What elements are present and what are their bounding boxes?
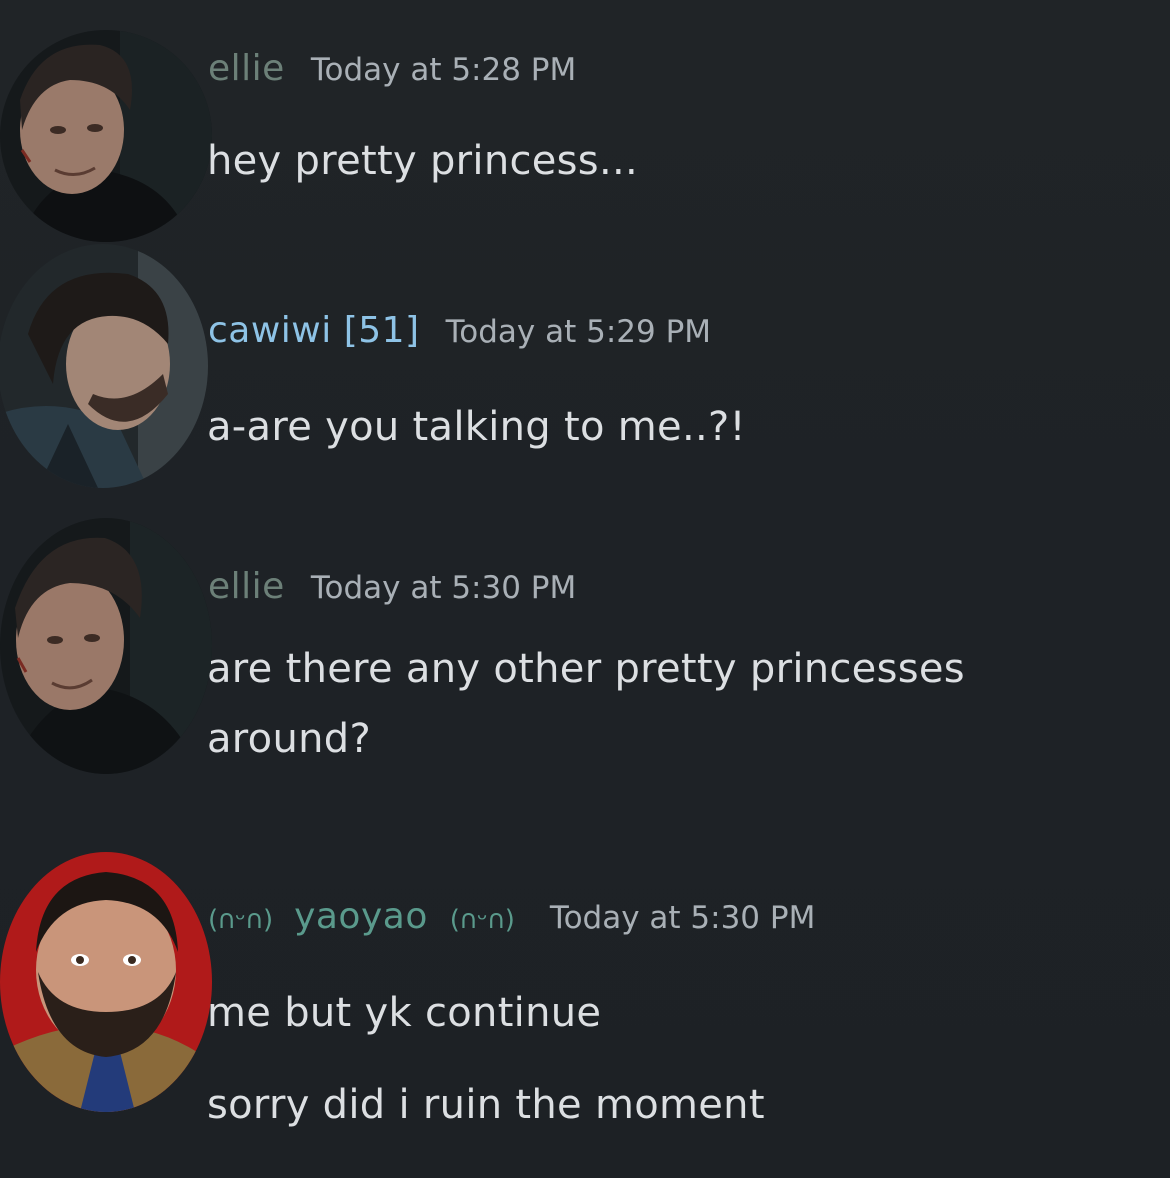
man-portrait-avatar[interactable]	[0, 518, 212, 774]
message-text: me but yk continue	[207, 990, 602, 1036]
timestamp: Today at 5:30 PM	[310, 570, 577, 606]
timestamp: Today at 5:29 PM	[445, 314, 712, 350]
username[interactable]: (∩ᵕ∩) yaoyao (∩ᵕ∩)	[208, 896, 524, 937]
username-text: yaoyao	[294, 896, 428, 937]
man-profile-avatar[interactable]	[0, 244, 208, 488]
username[interactable]: ellie	[208, 48, 285, 89]
man-portrait-avatar[interactable]	[0, 30, 212, 242]
timestamp: Today at 5:28 PM	[310, 52, 577, 88]
message-text: a-are you talking to me..?!	[207, 404, 746, 450]
username-text: ellie	[208, 566, 285, 607]
bearded-man-avatar[interactable]	[0, 852, 212, 1112]
timestamp: Today at 5:30 PM	[549, 900, 816, 936]
message-text: are there any other pretty princesses	[207, 646, 965, 692]
username-suffix: (∩ᵕ∩)	[449, 905, 515, 935]
username[interactable]: ellie	[208, 566, 285, 607]
message-text: around?	[207, 716, 371, 762]
username-text: ellie	[208, 48, 285, 89]
username-text: cawiwi [51]	[208, 310, 420, 351]
username[interactable]: cawiwi [51]	[208, 310, 420, 351]
username-prefix: (∩ᵕ∩)	[208, 905, 273, 935]
message-text: sorry did i ruin the moment	[207, 1082, 765, 1128]
message-text: hey pretty princess...	[207, 138, 638, 184]
chat-log: ellie Today at 5:28 PM hey pretty prince…	[0, 0, 1170, 1178]
